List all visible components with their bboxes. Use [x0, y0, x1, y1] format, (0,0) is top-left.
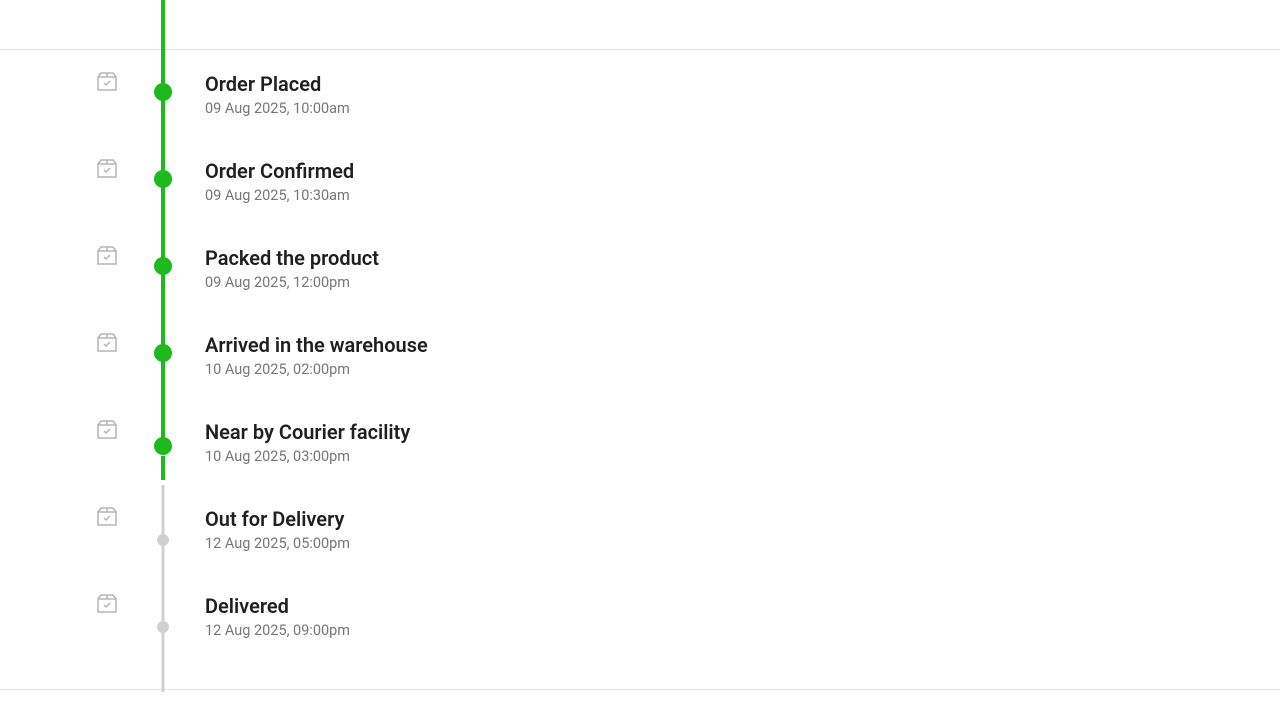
- step-timestamp: 12 Aug 2025, 09:00pm: [205, 622, 350, 639]
- package-icon: [95, 504, 119, 528]
- timeline-step: Out for Delivery 12 Aug 2025, 05:00pm: [95, 485, 1280, 572]
- timeline-step: Order Confirmed 09 Aug 2025, 10:30am: [95, 137, 1280, 224]
- step-title: Packed the product: [205, 245, 379, 271]
- step-timestamp: 10 Aug 2025, 03:00pm: [205, 448, 410, 465]
- timeline-step: Arrived in the warehouse 10 Aug 2025, 02…: [95, 311, 1280, 398]
- order-timeline: Order Placed 09 Aug 2025, 10:00am Order …: [0, 0, 1280, 659]
- step-timestamp: 09 Aug 2025, 10:30am: [205, 187, 354, 204]
- step-title: Out for Delivery: [205, 506, 350, 532]
- step-timestamp: 09 Aug 2025, 10:00am: [205, 100, 350, 117]
- timeline-step: Near by Courier facility 10 Aug 2025, 03…: [95, 398, 1280, 485]
- timeline-step: Order Placed 09 Aug 2025, 10:00am: [95, 50, 1280, 137]
- step-timestamp: 09 Aug 2025, 12:00pm: [205, 274, 379, 291]
- step-title: Near by Courier facility: [205, 419, 410, 445]
- package-icon: [95, 417, 119, 441]
- package-icon: [95, 69, 119, 93]
- footer-divider: [0, 689, 1280, 690]
- step-title: Arrived in the warehouse: [205, 332, 428, 358]
- step-title: Order Confirmed: [205, 158, 354, 184]
- step-timestamp: 10 Aug 2025, 02:00pm: [205, 361, 428, 378]
- package-icon: [95, 243, 119, 267]
- timeline-step: Delivered 12 Aug 2025, 09:00pm: [95, 572, 1280, 659]
- package-icon: [95, 156, 119, 180]
- step-title: Delivered: [205, 593, 350, 619]
- timeline-step: Packed the product 09 Aug 2025, 12:00pm: [95, 224, 1280, 311]
- package-icon: [95, 330, 119, 354]
- package-icon: [95, 591, 119, 615]
- step-timestamp: 12 Aug 2025, 05:00pm: [205, 535, 350, 552]
- step-title: Order Placed: [205, 71, 350, 97]
